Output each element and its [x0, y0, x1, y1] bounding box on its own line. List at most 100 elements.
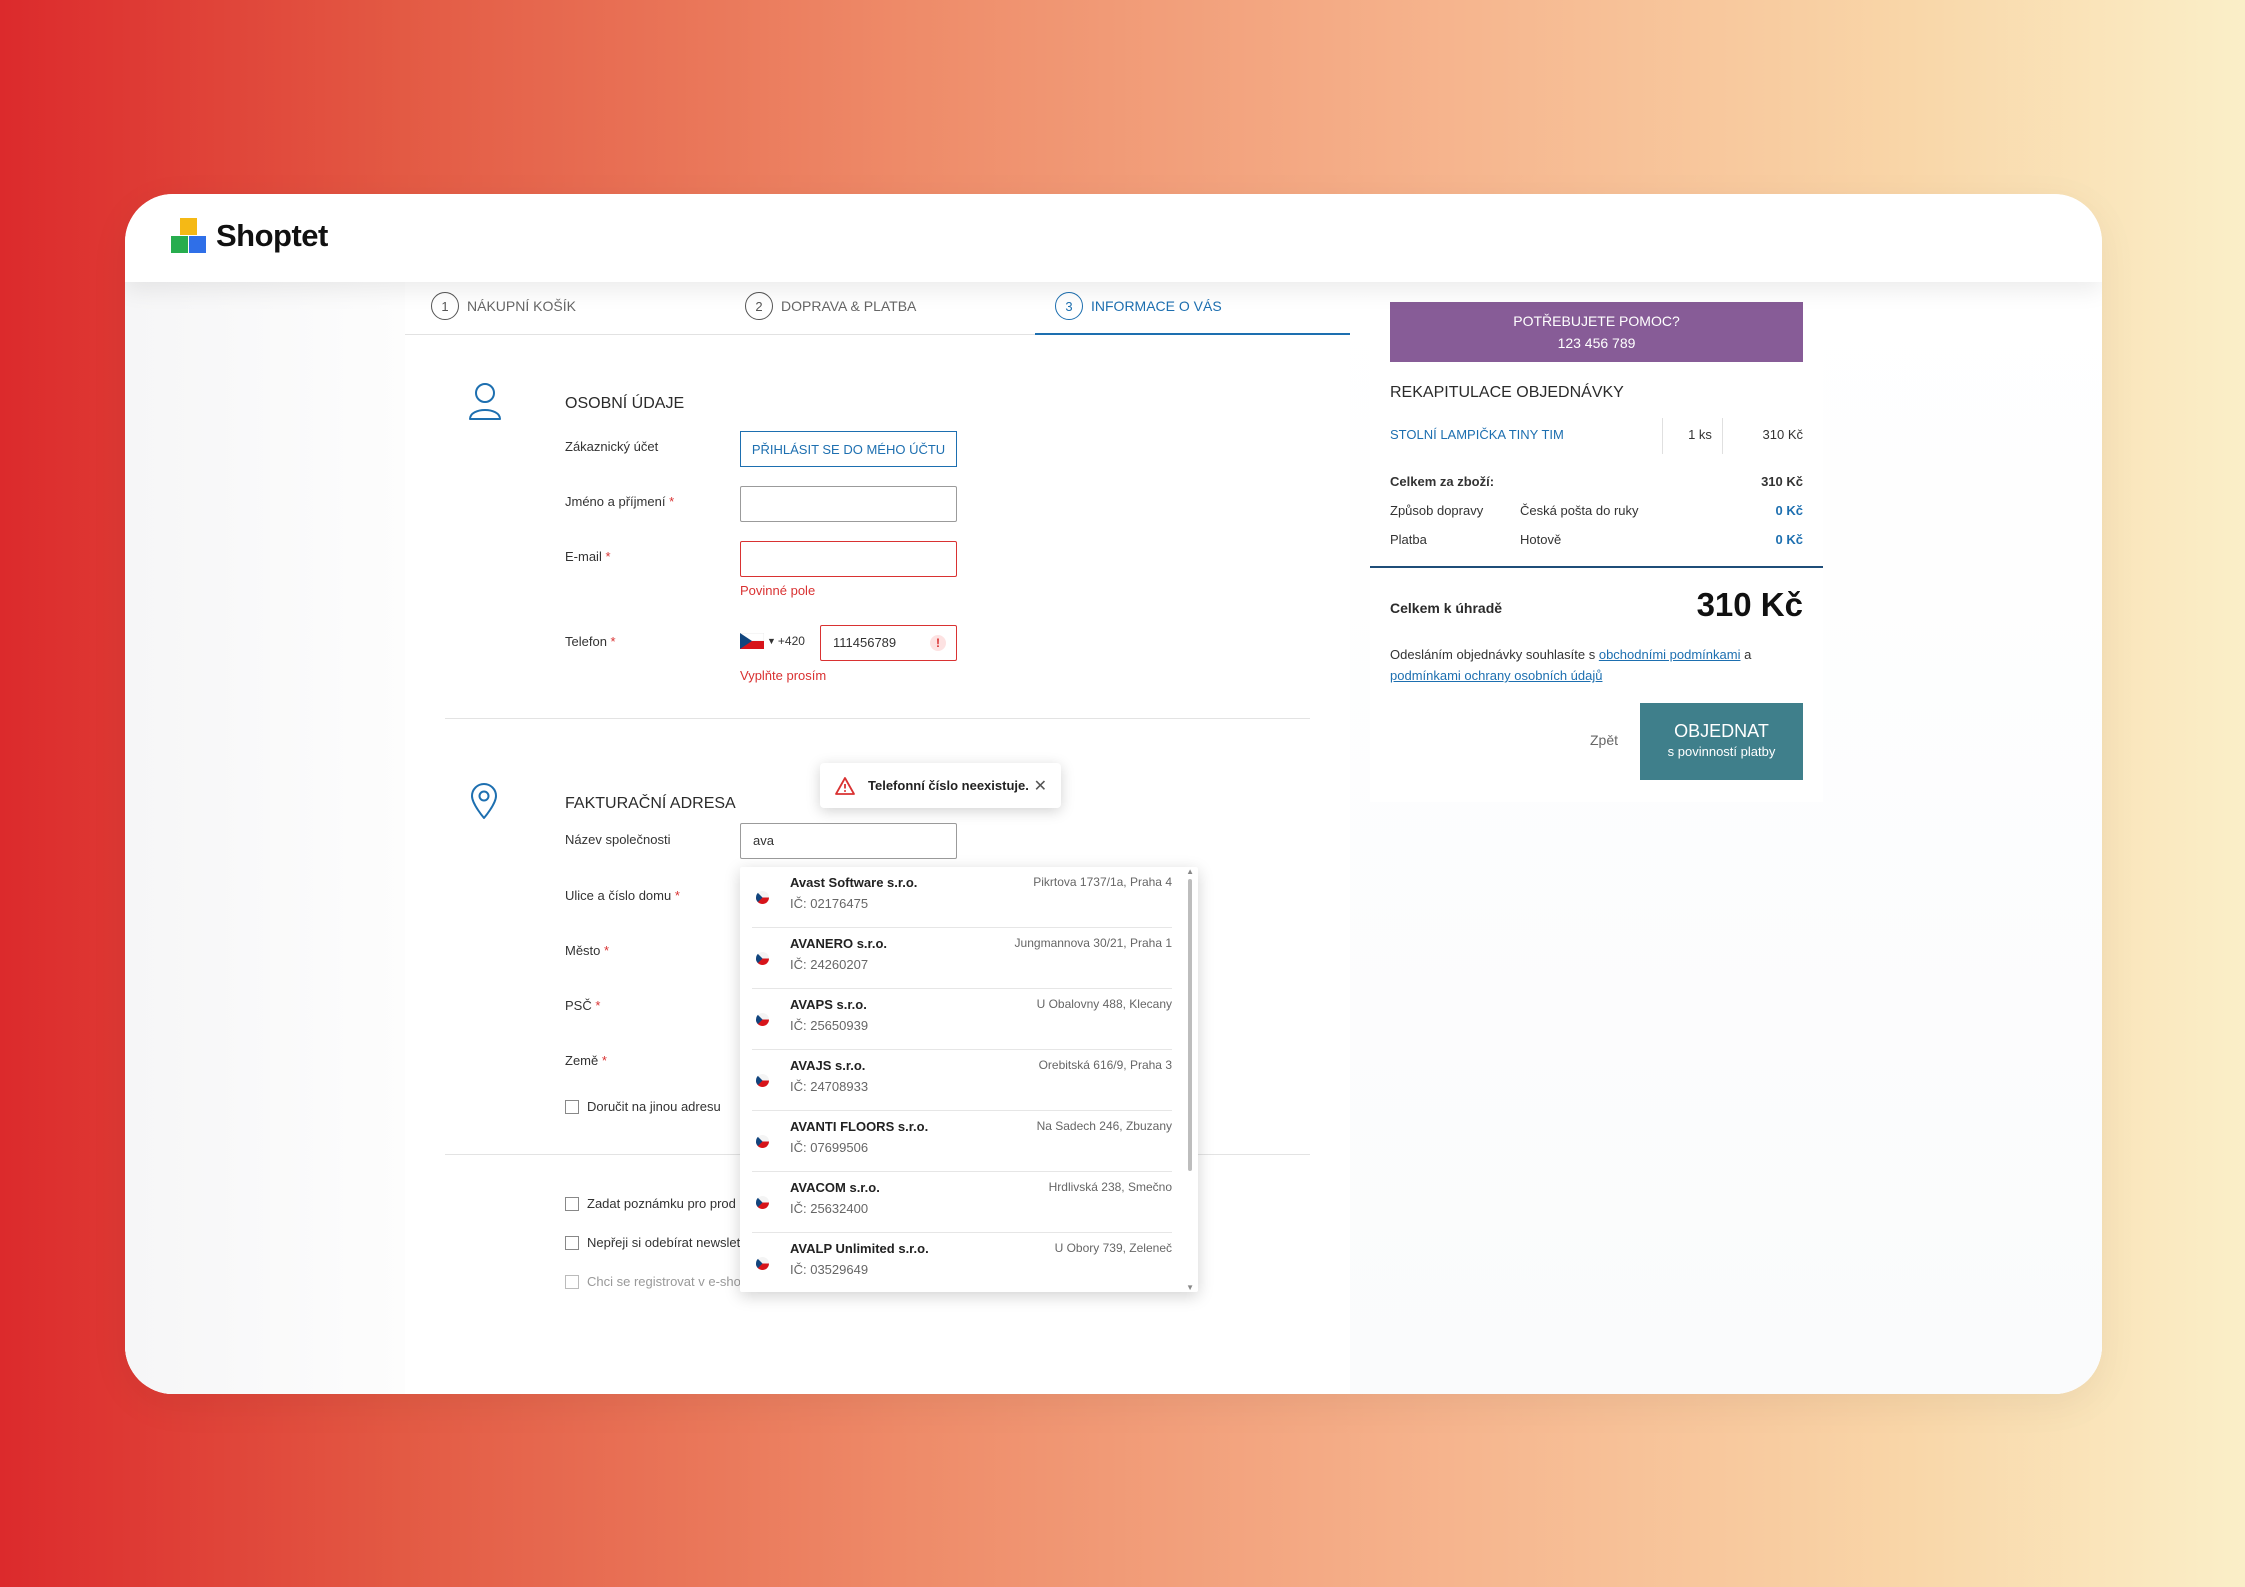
order-button-sublabel: s povinností platby: [1667, 744, 1776, 759]
suggestion-item[interactable]: AVANTI FLOORS s.r.o. IČ: 07699506 Na Sad…: [752, 1111, 1172, 1172]
dropdown-scrollbar[interactable]: [1188, 879, 1192, 1171]
phone-error-tooltip: Telefonní číslo neexistuje. ✕: [820, 763, 1061, 808]
phone-country-select[interactable]: ▼ +420: [740, 633, 805, 649]
suggestion-address: Jungmannova 30/21, Praha 1: [1014, 936, 1172, 950]
step-label: DOPRAVA & PLATBA: [781, 298, 917, 314]
note-checkbox[interactable]: Zadat poznámku pro prod: [565, 1196, 736, 1211]
checkbox-label: Chci se registrovat v e-shop: [587, 1274, 749, 1289]
payment-label: Platba: [1390, 532, 1427, 547]
location-pin-icon: [471, 783, 497, 819]
close-icon[interactable]: ✕: [1034, 776, 1047, 796]
tooltip-text: Telefonní číslo neexistuje.: [868, 778, 1029, 793]
company-suggestions: Avast Software s.r.o. IČ: 02176475 Pikrt…: [740, 867, 1198, 1292]
shipping-method: Česká pošta do ruky: [1520, 503, 1639, 518]
terms-link[interactable]: obchodními podmínkami: [1599, 647, 1741, 662]
logo-text: Shoptet: [216, 218, 328, 253]
total-divider: [1370, 566, 1823, 568]
email-label: E-mail *: [565, 549, 611, 564]
suggestion-item[interactable]: AVAPS s.r.o. IČ: 25650939 U Obalovny 488…: [752, 989, 1172, 1050]
phone-value: 111456789: [833, 635, 897, 650]
error-icon: !: [930, 635, 946, 651]
login-button[interactable]: PŘIHLÁSIT SE DO MÉHO ÚČTU: [740, 431, 957, 467]
checkbox-label: Doručit na jinou adresu: [587, 1099, 721, 1114]
email-input[interactable]: [740, 541, 957, 577]
czech-flag-icon: [756, 1196, 769, 1209]
step-label: NÁKUPNÍ KOŠÍK: [467, 298, 576, 314]
suggestion-ic: IČ: 24708933: [790, 1079, 869, 1094]
suggestion-name: AVALP Unlimited s.r.o.: [790, 1241, 929, 1256]
help-box[interactable]: POTŘEBUJETE POMOC? 123 456 789: [1390, 302, 1803, 362]
terms-mid: a: [1740, 647, 1752, 662]
warning-icon: [835, 776, 855, 795]
step-number: 2: [745, 292, 773, 320]
suggestion-item[interactable]: AVANERO s.r.o. IČ: 24260207 Jungmannova …: [752, 928, 1172, 989]
czech-flag-icon: [756, 1074, 769, 1087]
suggestion-name: AVANERO s.r.o.: [790, 936, 888, 951]
step-shipping[interactable]: 2 DOPRAVA & PLATBA: [745, 292, 916, 320]
suggestion-address: Hrdlivská 238, Smečno: [1048, 1180, 1172, 1194]
suggestion-address: Na Sadech 246, Zbuzany: [1036, 1119, 1172, 1133]
other-address-checkbox[interactable]: Doručit na jinou adresu: [565, 1099, 721, 1114]
step-info[interactable]: 3 INFORMACE O VÁS: [1055, 292, 1222, 320]
step-number: 3: [1055, 292, 1083, 320]
payment-price: 0 Kč: [1775, 532, 1803, 547]
product-link[interactable]: STOLNÍ LAMPIČKA TINY TIM: [1390, 427, 1564, 442]
header: Shoptet: [125, 194, 2102, 282]
goods-label: Celkem za zboží:: [1390, 474, 1495, 489]
chevron-down-icon: ▼: [767, 636, 776, 646]
suggestion-address: Pikrtova 1737/1a, Praha 4: [1033, 875, 1172, 889]
czech-flag-icon: [756, 1013, 769, 1026]
step-label: INFORMACE O VÁS: [1091, 298, 1222, 314]
suggestion-item[interactable]: Avast Software s.r.o. IČ: 02176475 Pikrt…: [752, 867, 1172, 928]
shipping-label: Způsob dopravy: [1390, 503, 1484, 518]
suggestion-ic: IČ: 07699506: [790, 1140, 869, 1155]
step-number: 1: [431, 292, 459, 320]
order-button-label: OBJEDNAT: [1674, 721, 1769, 741]
section-divider: [445, 718, 1310, 719]
checkout-window: Shoptet 1 NÁKUPNÍ KOŠÍK 2 DOPRAVA & PLAT…: [125, 194, 2102, 1394]
suggestion-name: Avast Software s.r.o.: [790, 875, 918, 890]
logo-icon: [171, 218, 207, 254]
order-button[interactable]: OBJEDNAT s povinností platby: [1640, 703, 1803, 780]
suggestion-item[interactable]: AVAJS s.r.o. IČ: 24708933 Orebitská 616/…: [752, 1050, 1172, 1111]
suggestion-item[interactable]: AVACOM s.r.o. IČ: 25632400 Hrdlivská 238…: [752, 1172, 1172, 1233]
suggestion-item[interactable]: AVALP Unlimited s.r.o. IČ: 03529649 U Ob…: [752, 1233, 1172, 1292]
total-label: Celkem k úhradě: [1390, 600, 1503, 616]
shipping-price: 0 Kč: [1775, 503, 1803, 518]
name-input[interactable]: [740, 486, 957, 522]
suggestion-address: U Obalovny 488, Klecany: [1036, 997, 1172, 1011]
back-link[interactable]: Zpět: [1590, 732, 1618, 748]
active-step-indicator: [1035, 333, 1350, 335]
company-label: Název společnosti: [565, 832, 671, 847]
czech-flag-icon: [756, 1135, 769, 1148]
checkout-steps: 1 NÁKUPNÍ KOŠÍK 2 DOPRAVA & PLATBA 3 INF…: [405, 282, 1350, 335]
register-checkbox[interactable]: Chci se registrovat v e-shop: [565, 1274, 748, 1289]
checkout-content: 1 NÁKUPNÍ KOŠÍK 2 DOPRAVA & PLATBA 3 INF…: [125, 282, 2102, 1394]
phone-input[interactable]: 111456789 !: [820, 625, 957, 661]
zip-label: PSČ *: [565, 998, 601, 1013]
shoptet-logo[interactable]: Shoptet: [171, 218, 328, 254]
privacy-link[interactable]: podmínkami ochrany osobních údajů: [1390, 668, 1602, 683]
scroll-down-icon[interactable]: ▼: [1186, 1283, 1194, 1292]
czech-flag-icon: [756, 1257, 769, 1270]
company-input[interactable]: ava: [740, 823, 957, 859]
email-error: Povinné pole: [740, 583, 816, 598]
country-label: Země *: [565, 1053, 607, 1068]
czech-flag-icon: [756, 891, 769, 904]
scroll-up-icon[interactable]: ▲: [1186, 867, 1194, 876]
suggestion-ic: IČ: 02176475: [790, 896, 869, 911]
payment-method: Hotově: [1520, 532, 1562, 547]
terms-prefix: Odesláním objednávky souhlasíte s: [1390, 647, 1599, 662]
suggestion-address: Orebitská 616/9, Praha 3: [1038, 1058, 1172, 1072]
column-divider: [1722, 418, 1723, 454]
suggestion-name: AVAJS s.r.o.: [790, 1058, 866, 1073]
name-label: Jméno a příjmení *: [565, 494, 675, 509]
newsletter-checkbox[interactable]: Nepřeji si odebírat newslet: [565, 1235, 740, 1250]
step-cart[interactable]: 1 NÁKUPNÍ KOŠÍK: [431, 292, 576, 320]
personal-title: OSOBNÍ ÚDAJE: [565, 395, 685, 412]
city-label: Město *: [565, 943, 610, 958]
czech-flag-icon: [740, 633, 764, 649]
column-divider: [1662, 418, 1663, 454]
billing-title: FAKTURAČNÍ ADRESA: [565, 795, 736, 812]
person-icon: [469, 383, 501, 420]
